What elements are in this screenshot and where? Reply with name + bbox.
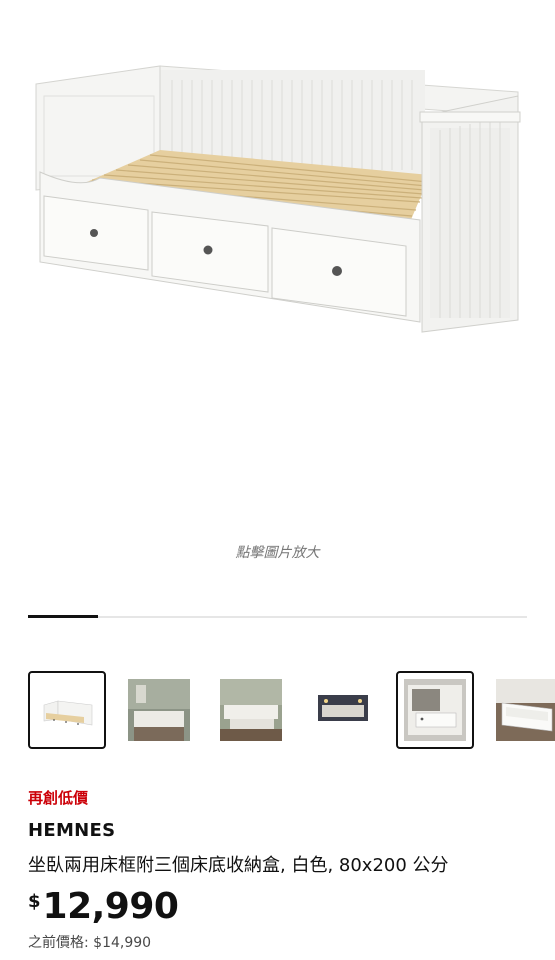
thumbnail-image — [36, 679, 98, 741]
thumbnail-1[interactable] — [28, 671, 106, 749]
low-price-badge: 再創低價 — [28, 789, 89, 807]
previous-price: 之前價格: $14,990 — [28, 935, 152, 951]
thumbnail-image — [128, 679, 190, 741]
product-main-image[interactable] — [0, 0, 555, 530]
thumbnail-2[interactable] — [120, 671, 198, 749]
thumbnail-4[interactable] — [304, 671, 382, 749]
thumbnail-image — [404, 679, 466, 741]
product-description: 坐臥兩用床框附三個床底收納盒, 白色, 80x200 公分 — [28, 855, 449, 876]
zoom-hint: 點擊圖片放大 — [235, 545, 320, 561]
thumbnail-strip[interactable] — [28, 668, 555, 752]
currency-symbol: $ — [28, 891, 41, 912]
thumbnail-image — [496, 679, 555, 741]
gallery-progress-fill — [28, 615, 98, 618]
price-amount: 12,990 — [42, 886, 179, 927]
product-name: HEMNES — [28, 820, 116, 841]
thumbnail-image — [220, 679, 282, 741]
daybed-illustration — [35, 65, 521, 333]
thumbnail-image — [312, 679, 374, 741]
thumbnail-6[interactable] — [488, 671, 555, 749]
product-price: $ 12,990 — [28, 886, 179, 927]
thumbnail-5[interactable] — [396, 671, 474, 749]
gallery-progress-bar — [28, 615, 527, 618]
thumbnail-3[interactable] — [212, 671, 290, 749]
